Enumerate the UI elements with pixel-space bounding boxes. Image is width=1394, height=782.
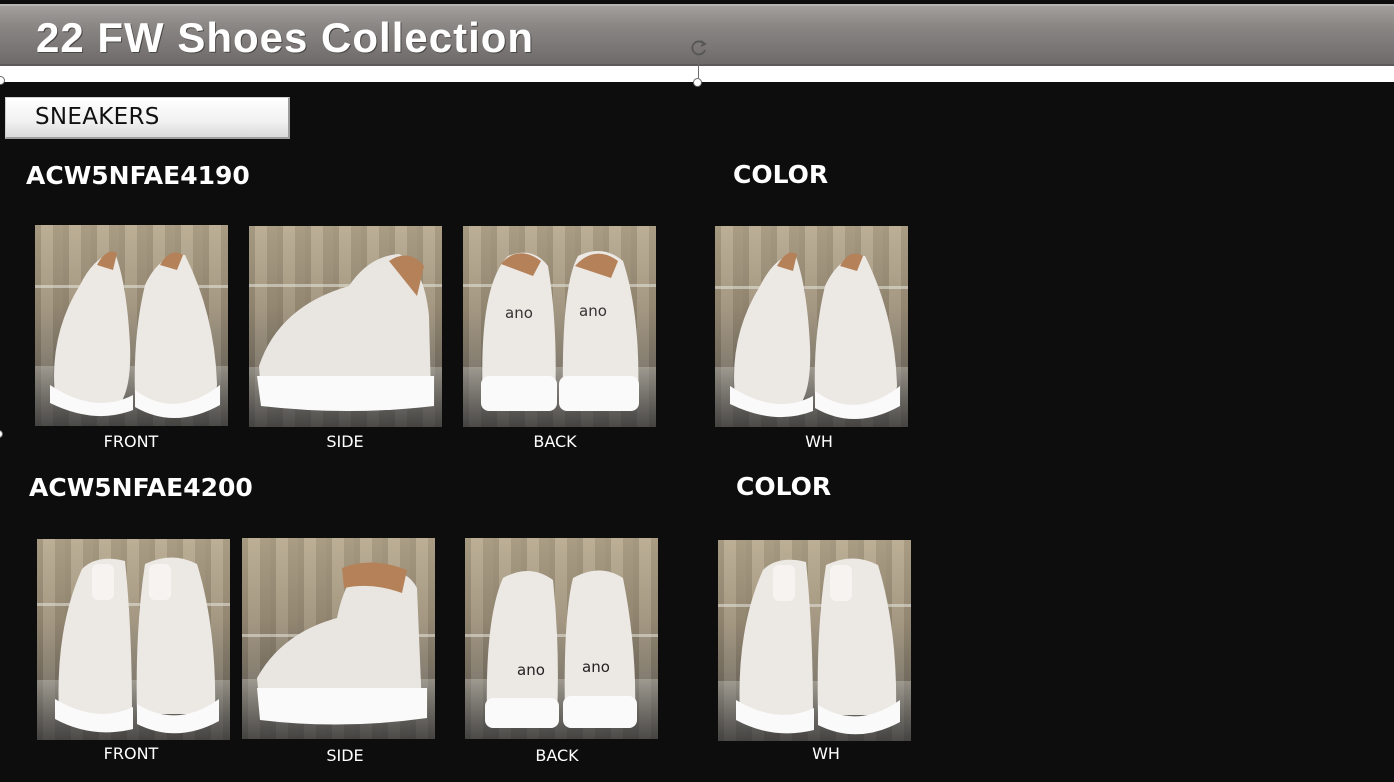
view-label-front: FRONT: [103, 432, 159, 451]
view-label-side: SIDE: [326, 746, 364, 765]
brand-mark: ano: [517, 661, 545, 679]
sneakers-tab[interactable]: SNEAKERS: [5, 97, 290, 139]
shoe-back-icon: ano ano: [481, 251, 639, 411]
shoe-color-icon: [736, 558, 900, 735]
rotate-handle-icon[interactable]: [689, 38, 709, 58]
shoe-color-icon: [730, 252, 900, 420]
brand-mark: ano: [505, 304, 533, 322]
shoe-side-image[interactable]: [242, 538, 435, 739]
product-code: ACW5NFAE4190: [26, 161, 250, 190]
brand-mark: ano: [582, 658, 610, 676]
page-title: 22 FW Shoes Collection: [36, 14, 535, 61]
shoe-front-icon: [55, 557, 219, 734]
view-label-front: FRONT: [103, 744, 159, 763]
brand-mark: ano: [579, 302, 607, 320]
shoe-side-icon: [257, 254, 434, 411]
shoe-front-icon: [50, 251, 220, 419]
shoe-back-image[interactable]: ano ano: [463, 226, 656, 427]
color-option-label: WH: [812, 744, 840, 763]
view-label-back: BACK: [535, 746, 579, 765]
shoe-side-icon: [257, 562, 427, 725]
color-heading: COLOR: [733, 160, 829, 189]
shoe-color-wh-image[interactable]: [718, 540, 911, 741]
shoe-back-image[interactable]: ano ano: [465, 538, 658, 739]
rotate-connector: [698, 56, 699, 78]
resize-handle-left[interactable]: [0, 76, 5, 85]
color-option-label: WH: [805, 432, 833, 451]
resize-handle-mid-left[interactable]: [0, 430, 3, 438]
view-label-side: SIDE: [326, 432, 364, 451]
shoe-back-icon: ano ano: [485, 570, 637, 728]
shoe-front-image[interactable]: [37, 539, 230, 740]
resize-handle-bottom[interactable]: [693, 78, 702, 87]
shoe-front-image[interactable]: [35, 225, 228, 426]
color-heading: COLOR: [736, 472, 832, 501]
shoe-color-wh-image[interactable]: [715, 226, 908, 427]
shoe-side-image[interactable]: [249, 226, 442, 427]
product-code: ACW5NFAE4200: [29, 473, 253, 502]
view-label-back: BACK: [533, 432, 577, 451]
